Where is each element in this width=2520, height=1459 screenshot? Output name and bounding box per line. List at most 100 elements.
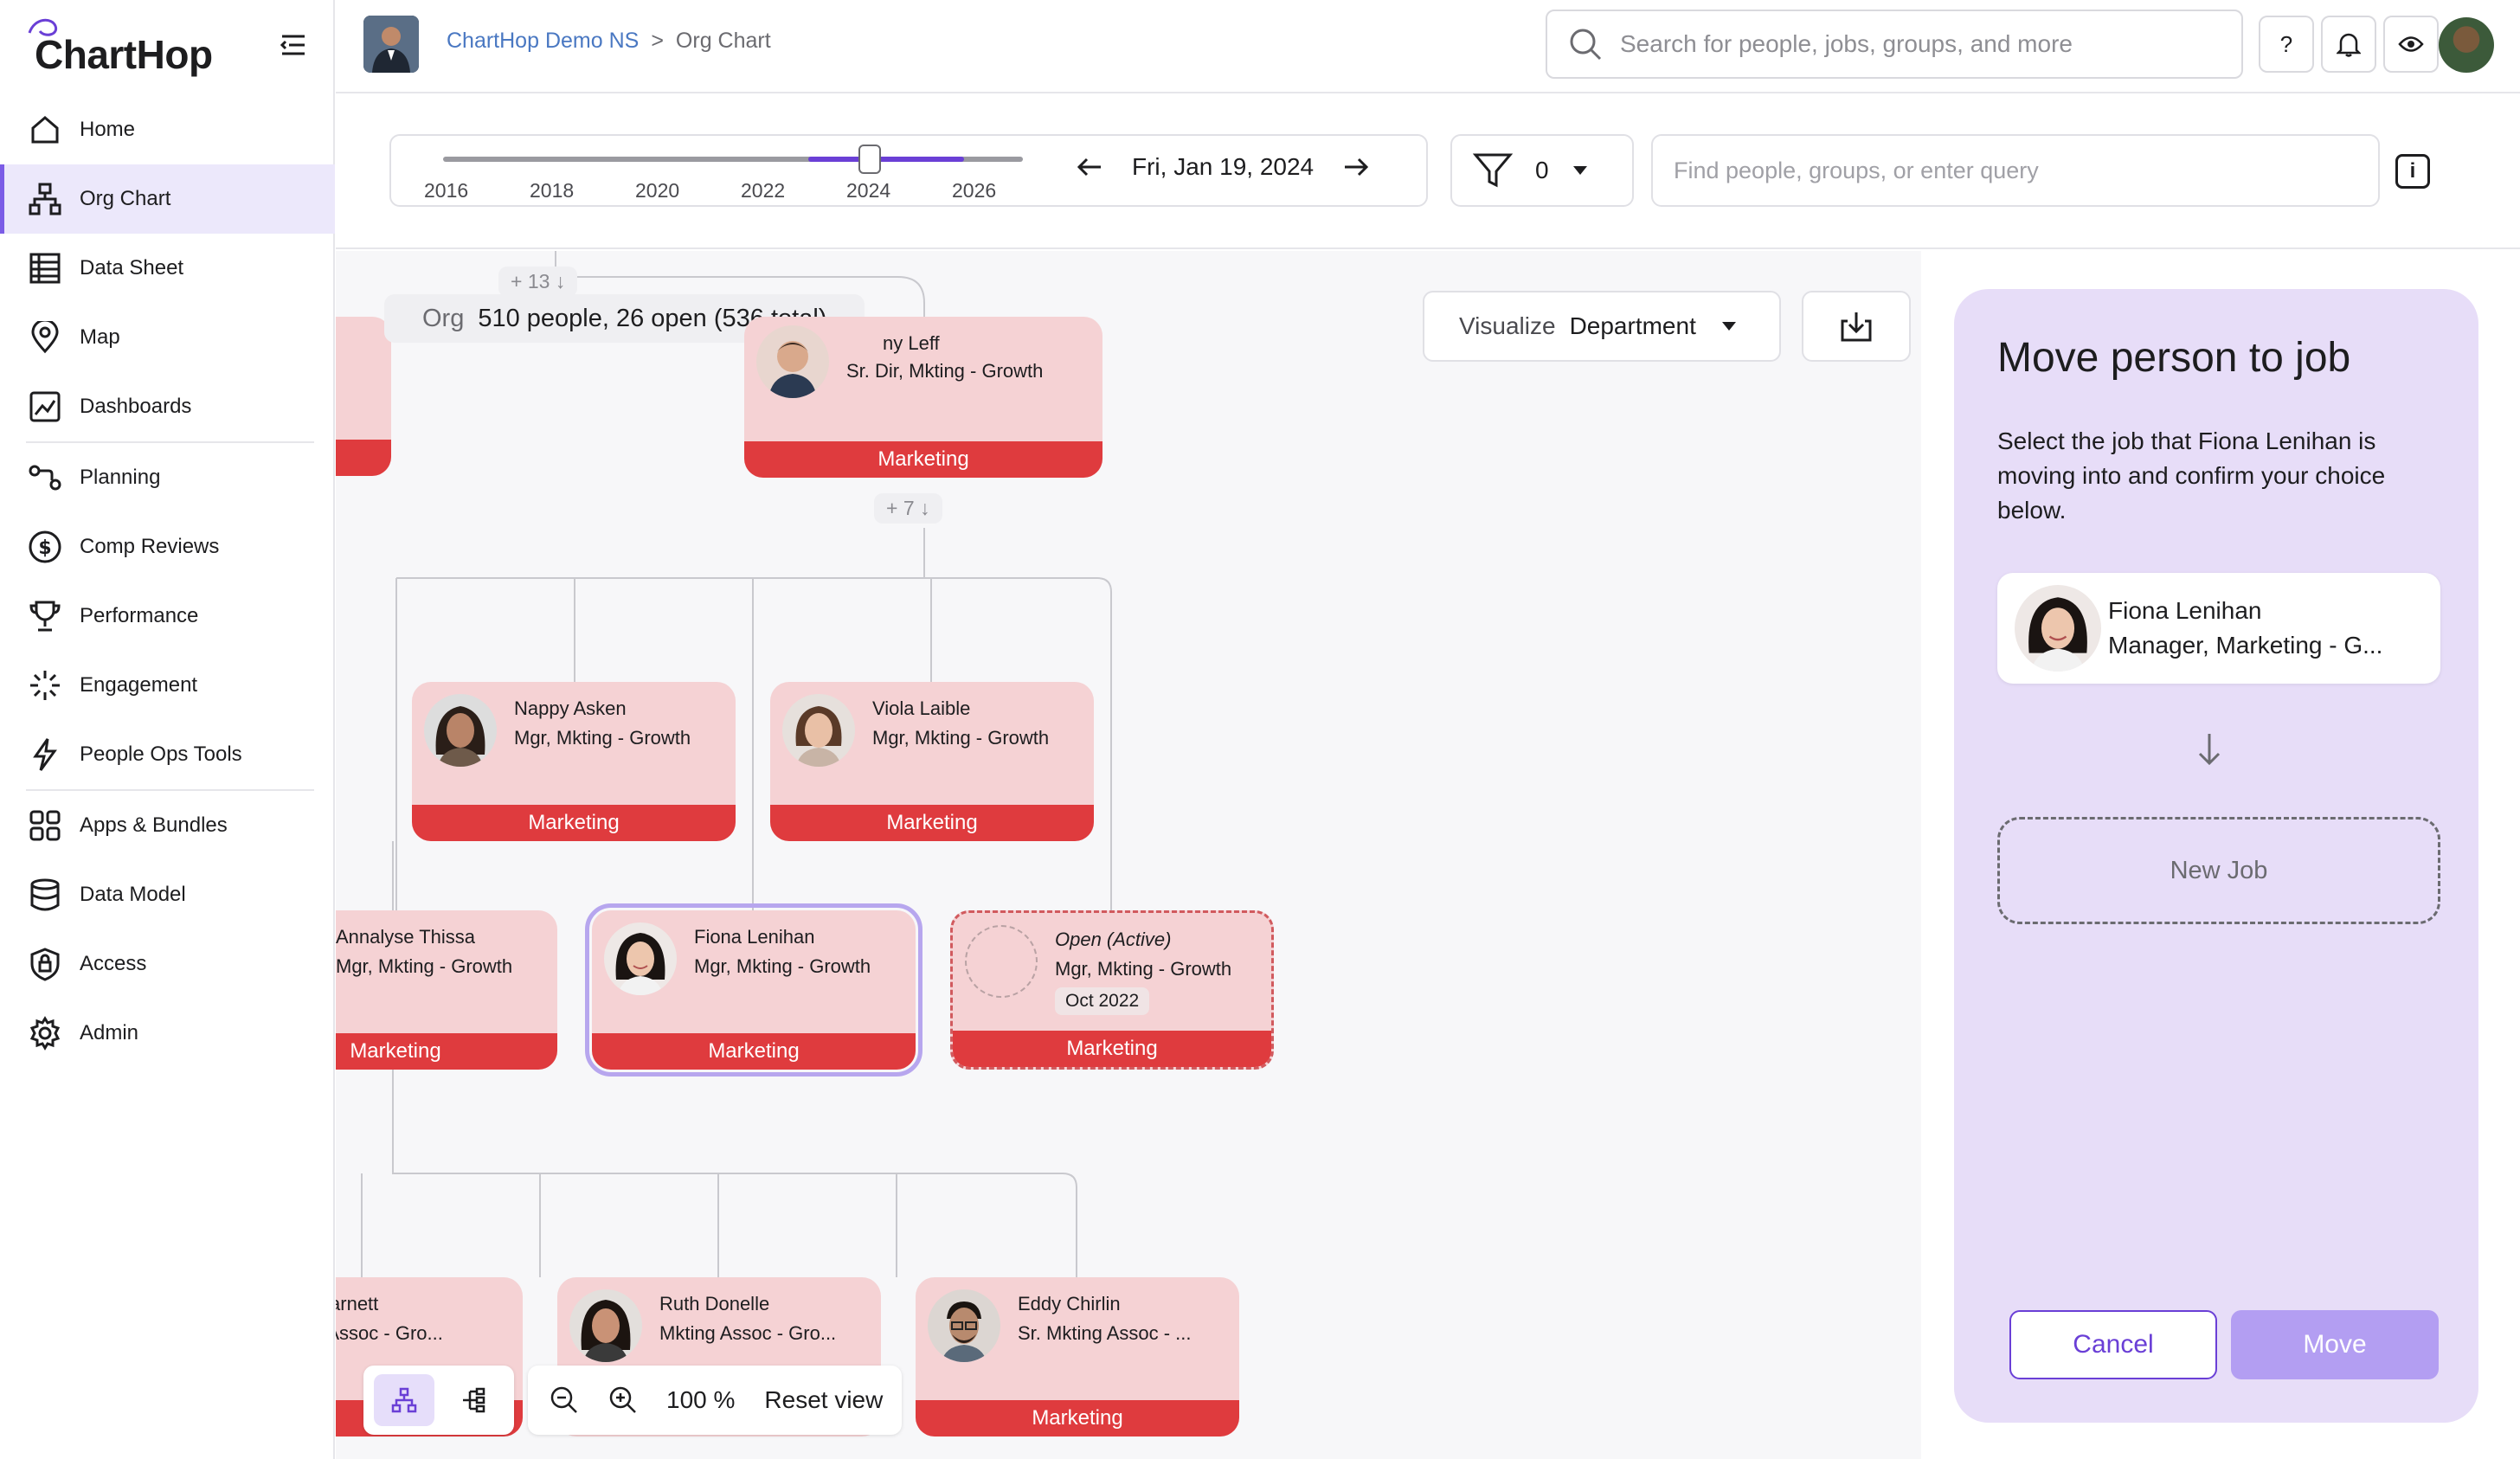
- department-band: Marketing: [916, 1400, 1239, 1437]
- person-role: ng Assoc - Gro...: [336, 1322, 443, 1344]
- expand-reports-chip[interactable]: + 7 ↓: [874, 493, 942, 524]
- apps-grid-icon: [26, 807, 64, 845]
- timeline-future-range: [808, 157, 964, 162]
- charthop-logo[interactable]: ChartHop: [26, 16, 234, 80]
- filter-count: 0: [1535, 157, 1549, 183]
- timeline-slider[interactable]: 2016 2018 2020 2022 2024 2026 Fri, Jan 1…: [389, 134, 1428, 207]
- sidebar-item-label: Org Chart: [80, 187, 171, 210]
- move-button[interactable]: Move: [2231, 1310, 2439, 1379]
- sidebar-item-performance[interactable]: Performance: [0, 582, 335, 651]
- svg-text:$: $: [38, 537, 51, 559]
- move-person-panel: Move person to job Select the job that F…: [1954, 289, 2478, 1423]
- zoom-out-icon: [550, 1386, 577, 1413]
- filter-button[interactable]: 0: [1450, 134, 1634, 207]
- sidebar-item-home[interactable]: Home: [0, 95, 335, 164]
- org-card[interactable]: Annalyse Thissa Mgr, Mkting - Growth Mar…: [336, 910, 557, 1070]
- lightning-icon: [26, 736, 64, 774]
- timeline-year: 2020: [635, 179, 680, 202]
- database-icon: [26, 876, 64, 914]
- sidebar-item-comp-reviews[interactable]: $ Comp Reviews: [0, 512, 335, 582]
- panel-title: Move person to job: [1997, 335, 2351, 381]
- org-card[interactable]: Nappy Asken Mgr, Mkting - Growth Marketi…: [412, 682, 736, 841]
- trophy-icon: [26, 597, 64, 635]
- org-card[interactable]: Eddy Chirlin Sr. Mkting Assoc - ... Mark…: [916, 1277, 1239, 1437]
- sidebar-item-label: Comp Reviews: [80, 535, 220, 558]
- new-job-dropzone[interactable]: New Job: [1997, 817, 2440, 924]
- visualize-dropdown[interactable]: Visualize Department: [1423, 291, 1781, 362]
- data-sheet-icon: [26, 249, 64, 287]
- dollar-icon: $: [26, 528, 64, 566]
- org-card[interactable]: Viola Laible Mgr, Mkting - Growth Market…: [770, 682, 1094, 841]
- sidebar-item-dashboards[interactable]: Dashboards: [0, 372, 335, 441]
- current-date[interactable]: Fri, Jan 19, 2024: [1132, 153, 1314, 181]
- arrow-left-icon[interactable]: [1077, 157, 1102, 177]
- download-button[interactable]: [1802, 291, 1911, 362]
- person-photo: [2015, 585, 2101, 672]
- org-chart-canvas[interactable]: + 13 ↓ Org 510 people, 26 open (536 tota…: [336, 251, 1921, 1459]
- sidebar: ChartHop Home Org Chart Data Sheet Map D…: [0, 0, 335, 1459]
- sidebar-item-data-sheet[interactable]: Data Sheet: [0, 234, 335, 303]
- zoom-controls: 100 % Reset view: [528, 1366, 902, 1435]
- org-card-partial[interactable]: [336, 317, 391, 476]
- view-as-button[interactable]: [2383, 16, 2439, 73]
- tree-view-button[interactable]: [374, 1374, 434, 1426]
- sidebar-item-access[interactable]: Access: [0, 929, 335, 999]
- sidebar-item-label: Planning: [80, 466, 161, 489]
- cancel-button[interactable]: Cancel: [2009, 1310, 2217, 1379]
- more-count: + 13: [511, 270, 550, 292]
- open-job-card[interactable]: Open (Active) Mgr, Mkting - Growth Oct 2…: [950, 910, 1274, 1070]
- person-name: Fiona Lenihan: [2108, 597, 2262, 624]
- department-band: Marketing: [744, 441, 1102, 478]
- zoom-in-button[interactable]: [595, 1374, 651, 1426]
- sidebar-item-engagement[interactable]: Engagement: [0, 651, 335, 720]
- collapse-sidebar-icon[interactable]: [275, 28, 310, 62]
- person-role: Manager, Marketing - G...: [2108, 632, 2383, 659]
- org-avatar[interactable]: [363, 16, 419, 73]
- sidebar-item-people-ops-tools[interactable]: People Ops Tools: [0, 720, 335, 789]
- breadcrumb-org-link[interactable]: ChartHop Demo NS: [447, 29, 639, 54]
- sidebar-item-planning[interactable]: Planning: [0, 443, 335, 512]
- person-role: Mgr, Mkting - Growth: [1055, 958, 1232, 980]
- department-band: Marketing: [770, 805, 1094, 841]
- notifications-button[interactable]: [2321, 16, 2376, 73]
- person-photo: [569, 1289, 642, 1362]
- help-label: ?: [2279, 30, 2293, 57]
- sidebar-item-label: Engagement: [80, 673, 198, 697]
- sidebar-item-apps-bundles[interactable]: Apps & Bundles: [0, 791, 335, 860]
- date-navigator: Fri, Jan 19, 2024: [1077, 153, 1369, 181]
- info-icon[interactable]: i: [2395, 154, 2430, 189]
- sidebar-item-label: Data Sheet: [80, 256, 184, 280]
- caret-down-icon: [1721, 322, 1736, 331]
- query-input[interactable]: Find people, groups, or enter query: [1651, 134, 2380, 207]
- sidebar-item-label: Admin: [80, 1021, 139, 1044]
- person-photo: [604, 922, 677, 995]
- arrow-down-icon: [2198, 734, 2221, 766]
- filter-funnel-icon: [1473, 153, 1513, 188]
- expand-reports-chip[interactable]: + 13 ↓: [498, 267, 578, 297]
- sidebar-item-data-model[interactable]: Data Model: [0, 860, 335, 929]
- planning-icon: [26, 459, 64, 497]
- global-search-input[interactable]: Search for people, jobs, groups, and mor…: [1546, 10, 2243, 79]
- timeline-handle[interactable]: [858, 145, 881, 174]
- list-view-button[interactable]: [443, 1374, 504, 1426]
- help-button[interactable]: ?: [2259, 16, 2314, 73]
- arrow-right-icon[interactable]: [1343, 157, 1369, 177]
- sidebar-item-org-chart[interactable]: Org Chart: [0, 164, 335, 234]
- download-icon: [1841, 312, 1872, 342]
- zoom-out-button[interactable]: [537, 1374, 592, 1426]
- person-name: ny Leff: [883, 332, 940, 354]
- person-role: Mgr, Mkting - Growth: [336, 955, 513, 977]
- person-name: Ruth Donelle: [659, 1293, 770, 1314]
- sidebar-item-admin[interactable]: Admin: [0, 999, 335, 1068]
- sidebar-item-map[interactable]: Map: [0, 303, 335, 372]
- open-job-status: Open (Active): [1055, 929, 1172, 950]
- person-photo: [756, 325, 829, 398]
- org-card-selected[interactable]: Fiona Lenihan Mgr, Mkting - Growth Marke…: [585, 903, 922, 1077]
- open-seat-placeholder: [965, 925, 1038, 998]
- user-avatar[interactable]: [2439, 17, 2494, 73]
- person-role: Mgr, Mkting - Growth: [872, 727, 1050, 749]
- reset-view-button[interactable]: Reset view: [764, 1386, 883, 1414]
- sidebar-item-label: Map: [80, 325, 120, 349]
- timeline-year: 2024: [846, 179, 891, 202]
- org-card[interactable]: ny Leff Sr. Dir, Mkting - Growth Marketi…: [744, 317, 1102, 478]
